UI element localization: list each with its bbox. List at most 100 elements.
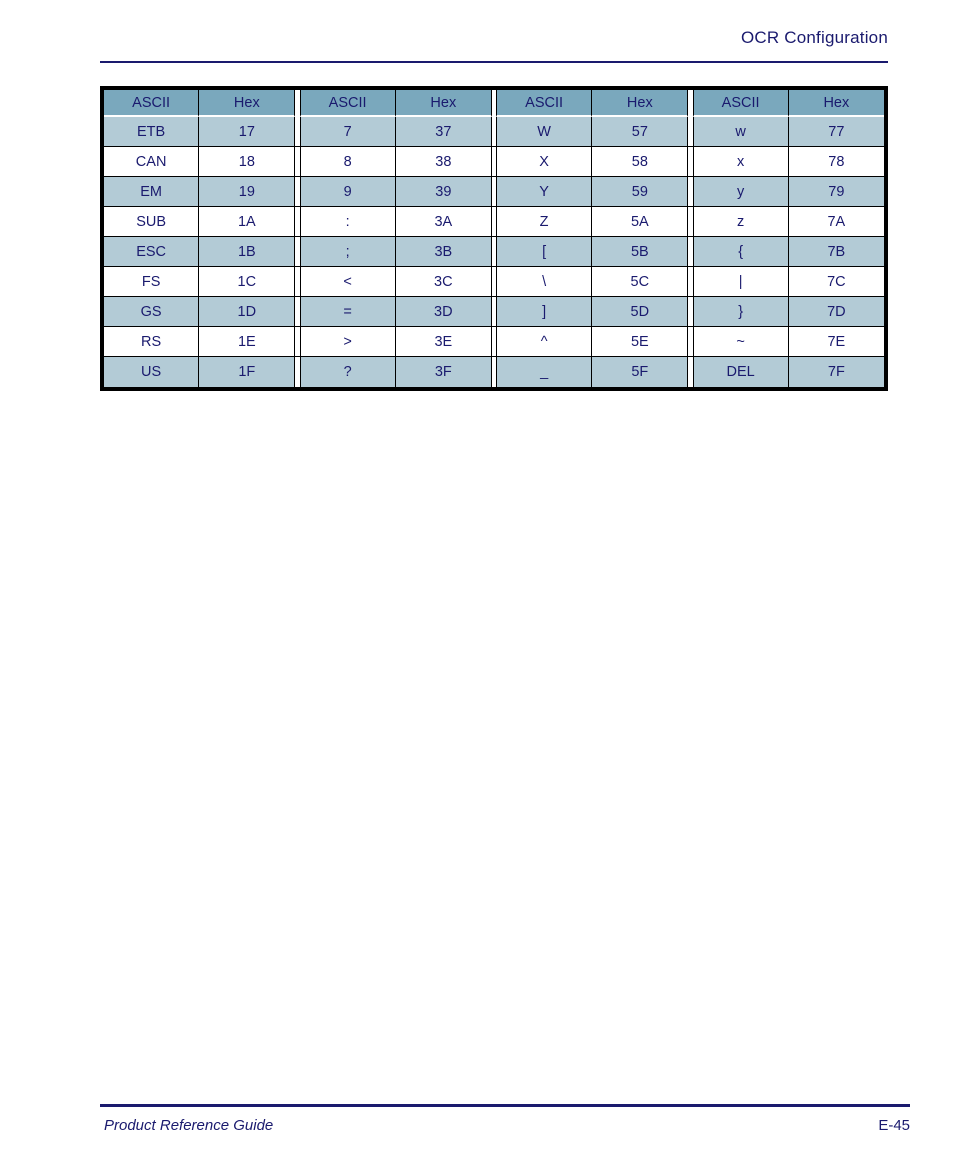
cell-ascii: w	[693, 117, 789, 147]
table-row: US 1F? 3F _ 5F DEL 7F	[104, 357, 884, 387]
cell-ascii: 7	[300, 117, 396, 147]
cell-hex: 3C	[395, 267, 491, 297]
cell-ascii: GS	[104, 297, 200, 327]
table-row: RS 1E >3E ^ 5E ~7E	[104, 327, 884, 357]
cell-ascii: y	[693, 177, 789, 207]
table-row: CAN 18 8 38 X 58 x 78	[104, 147, 884, 177]
column-header-hex: Hex	[592, 90, 688, 117]
cell-hex: 37	[395, 117, 491, 147]
cell-hex: 77	[788, 117, 884, 147]
page-header: OCR Configuration	[100, 28, 888, 68]
cell-ascii: 9	[300, 177, 396, 207]
cell-hex: 3F	[395, 357, 491, 387]
table-row: ESC 1B; 3B[5B{7B	[104, 237, 884, 267]
column-header-hex: Hex	[395, 90, 491, 117]
cell-hex: 17	[199, 117, 295, 147]
cell-ascii: z	[693, 207, 789, 237]
cell-hex: 39	[395, 177, 491, 207]
cell-hex: 7D	[788, 297, 884, 327]
cell-hex: 18	[199, 147, 295, 177]
cell-ascii: ^	[497, 327, 593, 357]
cell-hex: 3E	[395, 327, 491, 357]
cell-ascii: X	[497, 147, 593, 177]
cell-ascii: x	[693, 147, 789, 177]
cell-ascii: RS	[104, 327, 200, 357]
cell-hex: 5E	[592, 327, 688, 357]
ascii-chart-table: ASCII Hex ASCII Hex ASCII Hex ASCII Hex ETB 17 7 3…	[104, 90, 884, 387]
cell-ascii: W	[497, 117, 593, 147]
table-row: SUB 1A:3A Z 5A z 7A	[104, 207, 884, 237]
column-header-ascii: ASCII	[497, 90, 593, 117]
cell-hex: 5A	[592, 207, 688, 237]
cell-hex: 78	[788, 147, 884, 177]
cell-ascii: ?	[300, 357, 396, 387]
cell-ascii: [	[497, 237, 593, 267]
cell-ascii: ETB	[104, 117, 200, 147]
cell-ascii: 8	[300, 147, 396, 177]
cell-ascii: FS	[104, 267, 200, 297]
cell-ascii: ;	[300, 237, 396, 267]
footer-divider	[100, 1104, 910, 1107]
column-header-ascii: ASCII	[693, 90, 789, 117]
cell-hex: 7A	[788, 207, 884, 237]
page-footer: Product Reference Guide E-45	[100, 1104, 910, 1150]
cell-ascii: >	[300, 327, 396, 357]
cell-hex: 38	[395, 147, 491, 177]
cell-hex: 5F	[592, 357, 688, 387]
cell-hex: 19	[199, 177, 295, 207]
table-body: ETB 17 7 37 W 57 w 77 CAN 18 8 38 X 58 x 78 EM 19 9 39 Y 59 y 7…	[104, 117, 884, 387]
column-header-hex: Hex	[199, 90, 295, 117]
cell-hex: 5C	[592, 267, 688, 297]
cell-ascii: =	[300, 297, 396, 327]
table-row: ETB 17 7 37 W 57 w 77	[104, 117, 884, 147]
footer-page-number: E-45	[878, 1117, 910, 1134]
cell-ascii: :	[300, 207, 396, 237]
cell-hex: 3D	[395, 297, 491, 327]
cell-hex: 57	[592, 117, 688, 147]
table-row: GS 1D = 3D] 5D} 7D	[104, 297, 884, 327]
column-header-hex: Hex	[788, 90, 884, 117]
cell-hex: 1E	[199, 327, 295, 357]
table-header-row: ASCII Hex ASCII Hex ASCII Hex ASCII Hex	[104, 90, 884, 117]
cell-hex: 7B	[788, 237, 884, 267]
cell-hex: 5B	[592, 237, 688, 267]
cell-hex: 1B	[199, 237, 295, 267]
cell-hex: 1D	[199, 297, 295, 327]
cell-hex: 1F	[199, 357, 295, 387]
cell-hex: 3B	[395, 237, 491, 267]
cell-hex: 59	[592, 177, 688, 207]
cell-ascii: US	[104, 357, 200, 387]
header-divider	[100, 61, 888, 63]
cell-hex: 58	[592, 147, 688, 177]
cell-hex: 5D	[592, 297, 688, 327]
footer-guide-label: Product Reference Guide	[104, 1117, 274, 1134]
cell-hex: 1A	[199, 207, 295, 237]
cell-ascii: Z	[497, 207, 593, 237]
table-row: EM 19 9 39 Y 59 y 79	[104, 177, 884, 207]
cell-hex: 3A	[395, 207, 491, 237]
column-header-ascii: ASCII	[104, 90, 200, 117]
table-header-row: ASCII Hex ASCII Hex ASCII Hex ASCII Hex	[104, 90, 884, 117]
cell-hex: 7C	[788, 267, 884, 297]
page-title: OCR Configuration	[740, 28, 888, 47]
ascii-chart-table-container: ASCII Hex ASCII Hex ASCII Hex ASCII Hex ETB 17 7 3…	[100, 86, 888, 391]
cell-ascii: <	[300, 267, 396, 297]
cell-ascii: ESC	[104, 237, 200, 267]
cell-ascii: _	[497, 357, 593, 387]
cell-hex: 79	[788, 177, 884, 207]
cell-ascii: SUB	[104, 207, 200, 237]
column-header-ascii: ASCII	[300, 90, 396, 117]
cell-ascii: ]	[497, 297, 593, 327]
cell-ascii: DEL	[693, 357, 789, 387]
cell-ascii: ~	[693, 327, 789, 357]
cell-ascii: {	[693, 237, 789, 267]
cell-ascii: |	[693, 267, 789, 297]
cell-hex: 1C	[199, 267, 295, 297]
cell-ascii: EM	[104, 177, 200, 207]
table-row: FS 1C <3C \ 5C | 7C	[104, 267, 884, 297]
cell-ascii: }	[693, 297, 789, 327]
cell-hex: 7F	[788, 357, 884, 387]
cell-ascii: \	[497, 267, 593, 297]
cell-ascii: Y	[497, 177, 593, 207]
cell-hex: 7E	[788, 327, 884, 357]
